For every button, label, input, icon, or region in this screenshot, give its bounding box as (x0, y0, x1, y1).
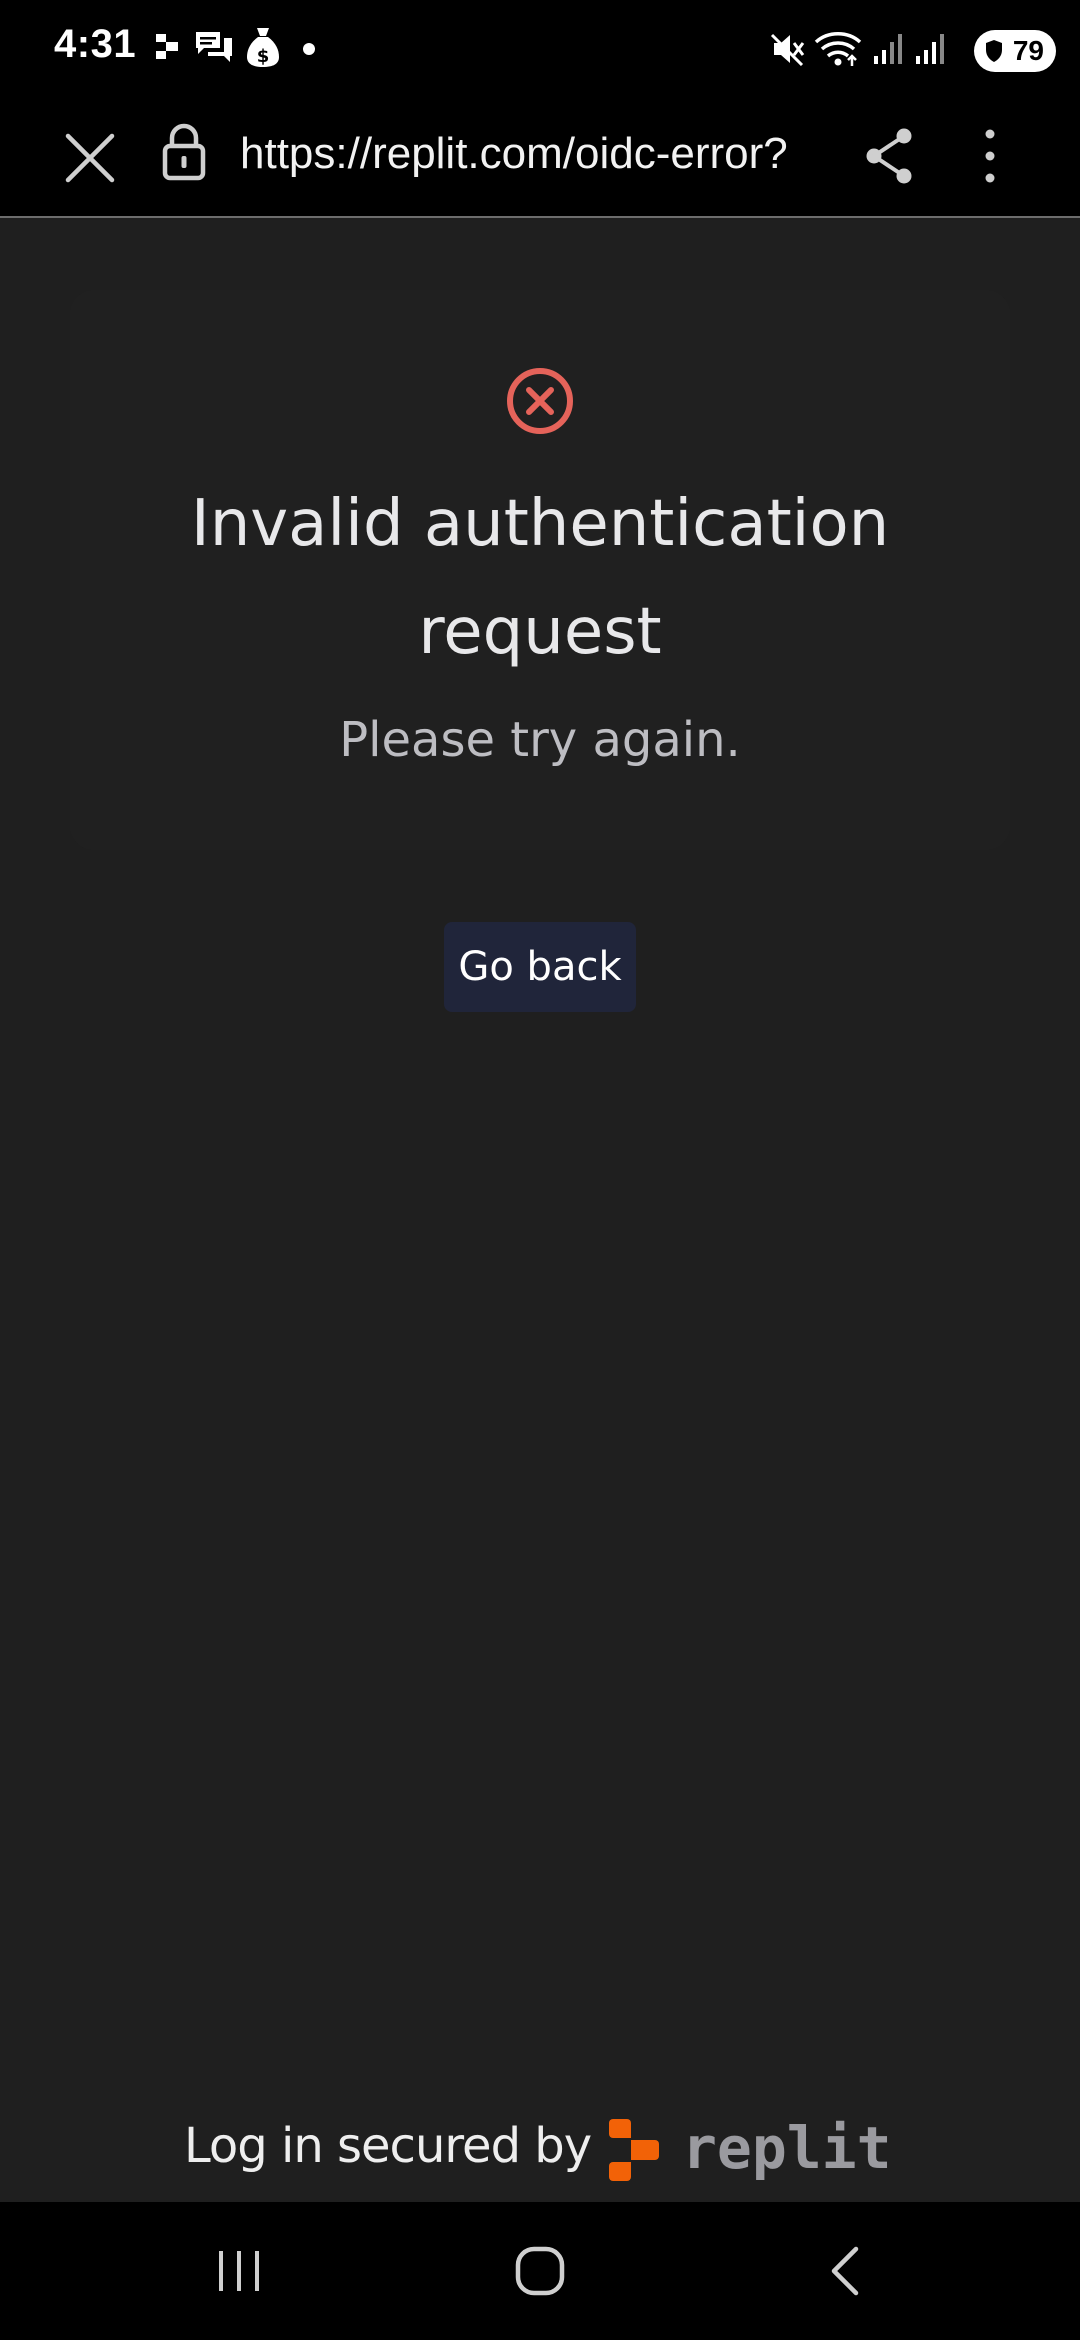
more-vertical-icon (985, 129, 995, 183)
money-bag-icon: $ (247, 28, 279, 67)
recent-apps-button[interactable] (214, 2246, 264, 2301)
shield-icon (986, 40, 1002, 62)
browser-toolbar: https://replit.com/oidc-error? (0, 86, 1080, 218)
url-text[interactable]: https://replit.com/oidc-error? (240, 124, 825, 184)
footer: Log in secured by replit (0, 2110, 1080, 2190)
system-status-icons: 79 (770, 22, 1060, 72)
status-bar: 4:31 $ 79 (0, 0, 1080, 86)
go-back-button[interactable]: Go back (444, 922, 636, 1012)
chat-icon (196, 32, 232, 62)
svg-text:$: $ (257, 46, 270, 67)
close-button[interactable] (58, 126, 122, 190)
more-options-button[interactable] (970, 126, 1010, 186)
replit-wordmark[interactable]: replit (682, 2114, 892, 2182)
back-icon (831, 2246, 859, 2296)
signal-icon (916, 34, 944, 64)
status-time: 4:31 (54, 22, 137, 66)
back-button[interactable] (826, 2246, 866, 2301)
x-circle-icon (507, 368, 573, 434)
recent-apps-icon (219, 2251, 259, 2291)
home-button[interactable] (515, 2246, 565, 2301)
battery-level: 79 (1012, 35, 1044, 66)
share-button[interactable] (862, 126, 918, 186)
dot-icon (303, 43, 315, 55)
lock-icon (162, 123, 206, 181)
home-icon (515, 2246, 565, 2296)
replit-app-icon (156, 34, 178, 59)
mute-icon (770, 33, 805, 66)
share-icon (866, 128, 912, 184)
error-subtitle: Please try again. (339, 712, 741, 768)
wifi-icon (814, 32, 862, 66)
footer-text: Log in secured by (184, 2118, 592, 2174)
signal-icon (874, 34, 902, 64)
replit-logo-icon (609, 2119, 659, 2181)
navigation-bar (0, 2202, 1080, 2340)
battery-icon: 79 (974, 30, 1056, 72)
close-icon (65, 133, 115, 183)
error-title: Invalid authentication request (190, 487, 890, 669)
